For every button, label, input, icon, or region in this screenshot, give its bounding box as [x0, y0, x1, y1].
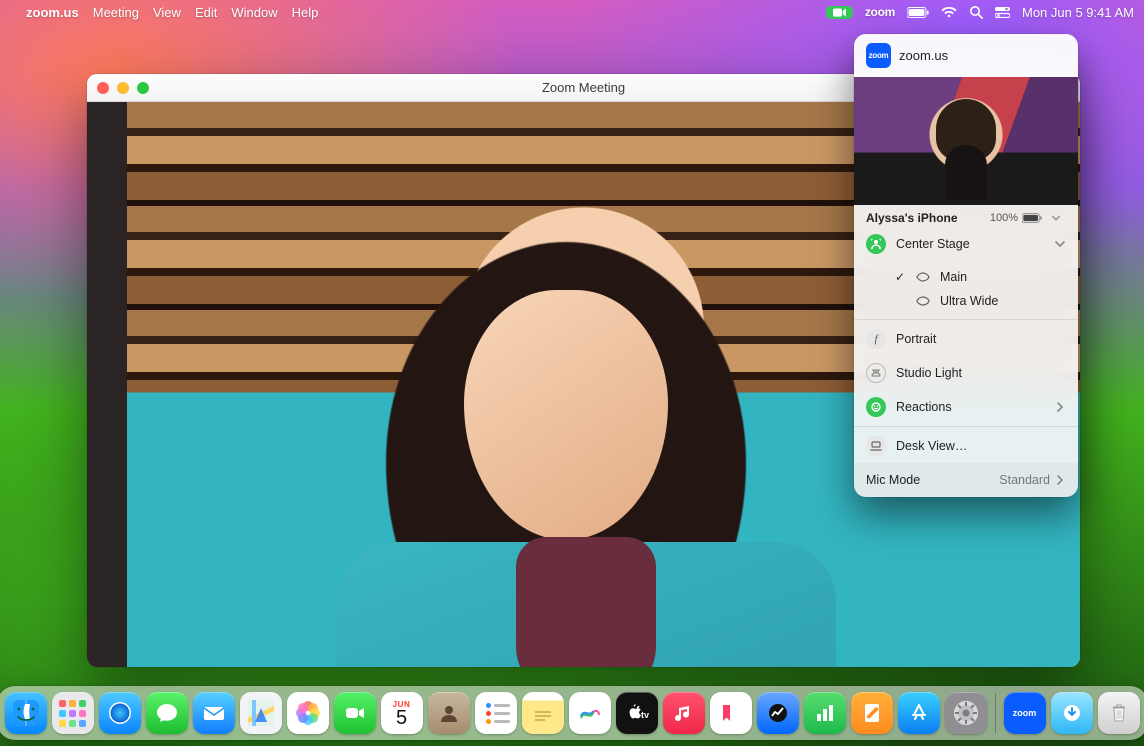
menu-meeting[interactable]: Meeting [93, 5, 139, 20]
camera-preview [854, 77, 1078, 205]
video-effects-panel: zoom zoom.us Alyssa's iPhone 100% Center… [854, 34, 1078, 497]
chevron-right-icon [1054, 474, 1066, 486]
clock[interactable]: Mon Jun 5 9:41 AM [1022, 5, 1134, 20]
mic-mode-value: Standard [999, 473, 1050, 487]
studio-light-icon [866, 363, 886, 383]
menu-window[interactable]: Window [231, 5, 277, 20]
dock-freeform[interactable] [569, 692, 611, 734]
dock-safari[interactable] [99, 692, 141, 734]
calendar-day: 5 [396, 709, 407, 727]
dock-launchpad[interactable] [52, 692, 94, 734]
checkmark-icon: ✓ [894, 270, 906, 284]
zoom-menubar-label[interactable]: zoom [865, 5, 895, 19]
chevron-right-icon [1054, 401, 1066, 413]
dock-messages[interactable] [146, 692, 188, 734]
center-stage-row[interactable]: Center Stage [854, 227, 1078, 261]
menubar: zoom.us Meeting View Edit Window Help zo… [0, 0, 1144, 24]
menu-edit[interactable]: Edit [195, 5, 217, 20]
dock-notes[interactable] [522, 692, 564, 734]
lens-icon [916, 296, 930, 306]
reactions-label: Reactions [896, 400, 1044, 414]
portrait-row[interactable]: f Portrait [854, 322, 1078, 356]
control-center-icon[interactable] [995, 6, 1010, 18]
dock-reminders[interactable] [475, 692, 517, 734]
participant-main [386, 242, 746, 662]
dock: JUN 5 tv [0, 686, 1144, 740]
lens-ultrawide-row[interactable]: Ultra Wide [854, 289, 1078, 313]
dock-facetime[interactable] [334, 692, 376, 734]
dock-zoom[interactable]: zoom [1004, 692, 1046, 734]
menu-help[interactable]: Help [292, 5, 319, 20]
studio-light-label: Studio Light [896, 366, 1066, 380]
dock-music[interactable] [663, 692, 705, 734]
dock-photos[interactable] [287, 692, 329, 734]
menu-view[interactable]: View [153, 5, 181, 20]
lens-icon [916, 272, 930, 282]
minimize-button[interactable] [117, 82, 129, 94]
lens-main-label: Main [940, 270, 967, 284]
mic-mode-row[interactable]: Mic Mode Standard [854, 463, 1078, 497]
device-row[interactable]: Alyssa's iPhone 100% [854, 205, 1078, 227]
aperture-icon: f [866, 329, 886, 349]
dock-mail[interactable] [193, 692, 235, 734]
reactions-icon [866, 397, 886, 417]
desk-view-label: Desk View… [896, 439, 1066, 453]
dock-contacts[interactable] [428, 692, 470, 734]
dock-finder[interactable] [5, 692, 47, 734]
chevron-down-icon [1054, 238, 1066, 250]
dock-tv[interactable]: tv [616, 692, 658, 734]
center-stage-icon [866, 234, 886, 254]
wifi-icon[interactable] [941, 6, 957, 18]
fullscreen-button[interactable] [137, 82, 149, 94]
svg-text:tv: tv [641, 710, 649, 720]
dock-settings[interactable] [945, 692, 987, 734]
dock-numbers[interactable] [804, 692, 846, 734]
desk-view-icon [866, 436, 886, 456]
close-button[interactable] [97, 82, 109, 94]
dock-calendar[interactable]: JUN 5 [381, 692, 423, 734]
dock-trash[interactable] [1098, 692, 1140, 734]
dock-separator [995, 693, 996, 733]
dock-stocks[interactable] [757, 692, 799, 734]
studio-light-row[interactable]: Studio Light [854, 356, 1078, 390]
chevron-down-icon [1046, 213, 1066, 223]
facetime-status-pill[interactable] [826, 6, 853, 19]
dock-downloads[interactable] [1051, 692, 1093, 734]
zoom-app-icon: zoom [866, 43, 891, 68]
reactions-row[interactable]: Reactions [854, 390, 1078, 424]
center-stage-label: Center Stage [896, 237, 1044, 251]
dock-maps[interactable] [240, 692, 282, 734]
dock-pages[interactable] [851, 692, 893, 734]
desk-view-row[interactable]: Desk View… [854, 429, 1078, 463]
dock-news[interactable] [710, 692, 752, 734]
device-battery: 100% [990, 212, 1066, 224]
spotlight-icon[interactable] [969, 5, 983, 19]
portrait-label: Portrait [896, 332, 1066, 346]
panel-app-label: zoom.us [899, 48, 948, 63]
panel-header: zoom zoom.us [854, 34, 1078, 77]
lens-ultrawide-label: Ultra Wide [940, 294, 998, 308]
lens-main-row[interactable]: ✓ Main [854, 265, 1078, 289]
dock-appstore[interactable] [898, 692, 940, 734]
mic-mode-label: Mic Mode [866, 473, 920, 487]
app-menu[interactable]: zoom.us [26, 5, 79, 20]
device-name: Alyssa's iPhone [866, 211, 958, 225]
battery-icon[interactable] [907, 7, 929, 18]
